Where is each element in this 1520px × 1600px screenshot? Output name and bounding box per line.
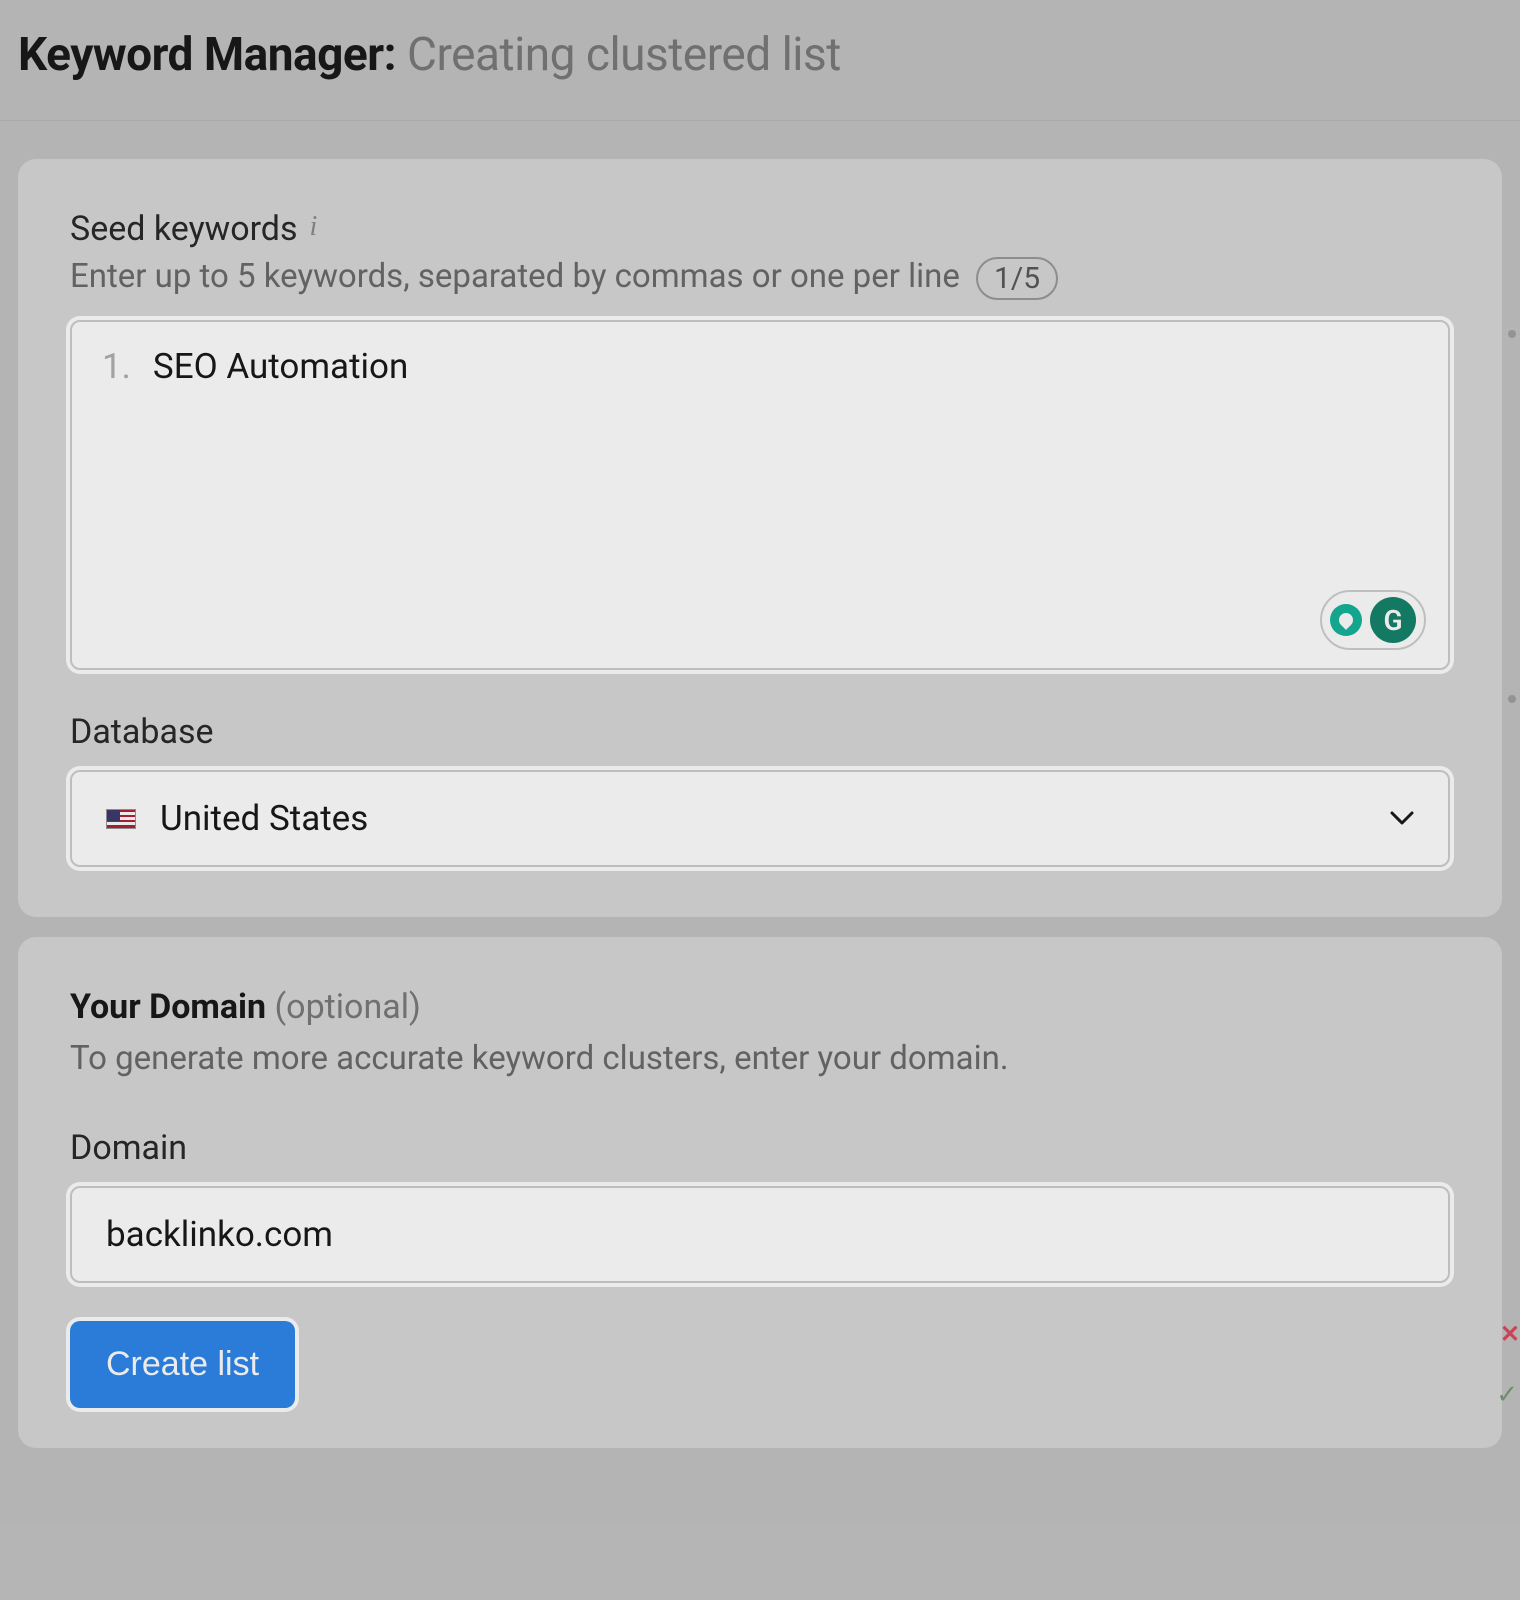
keyword-line-text: SEO Automation [153,346,408,387]
domain-input-value: backlinko.com [106,1214,333,1255]
domain-card: Your Domain (optional) To generate more … [18,937,1502,1448]
grammarly-bulb-icon[interactable] [1330,604,1362,636]
database-select-left: United States [106,798,368,839]
page-title-suffix: Creating clustered list [396,28,841,82]
keyword-line-number: 1. [102,346,131,387]
page-title-prefix: Keyword Manager: [18,28,396,82]
page-title: Keyword Manager: Creating clustered list [18,28,1502,82]
side-x-icon: ✕ [1500,1320,1520,1348]
domain-optional: (optional) [266,987,421,1027]
us-flag-icon [106,809,136,829]
seed-keywords-label: Seed keywords [70,209,298,249]
domain-heading-row: Your Domain (optional) [70,987,1450,1027]
domain-helper-text: To generate more accurate keyword cluste… [70,1039,1450,1078]
side-dot-indicator [1508,330,1516,338]
seed-label-row: Seed keywords i [70,209,1450,249]
domain-input[interactable]: backlinko.com [70,1186,1450,1283]
seed-helper-text: Enter up to 5 keywords, separated by com… [70,257,1450,300]
side-check-icon: ✓ [1496,1380,1518,1410]
domain-heading: Your Domain [70,987,266,1027]
create-list-button[interactable]: Create list [70,1321,295,1408]
database-label: Database [70,712,1450,752]
chevron-down-icon [1390,806,1414,831]
keyword-line: 1. SEO Automation [102,346,1418,387]
domain-label: Domain [70,1128,1450,1168]
grammarly-widget[interactable]: G [1320,590,1426,650]
seed-counter-badge: 1/5 [976,257,1058,300]
database-selected-text: United States [160,798,368,839]
info-icon[interactable]: i [310,211,318,243]
page-header: Keyword Manager: Creating clustered list [0,0,1520,121]
grammarly-g-icon[interactable]: G [1370,597,1416,643]
side-dot-indicator [1508,695,1516,703]
seed-keywords-textarea[interactable]: 1. SEO Automation G [70,320,1450,670]
seed-helper-content: Enter up to 5 keywords, separated by com… [70,257,960,296]
database-select[interactable]: United States [70,770,1450,867]
seed-keywords-card: Seed keywords i Enter up to 5 keywords, … [18,159,1502,917]
